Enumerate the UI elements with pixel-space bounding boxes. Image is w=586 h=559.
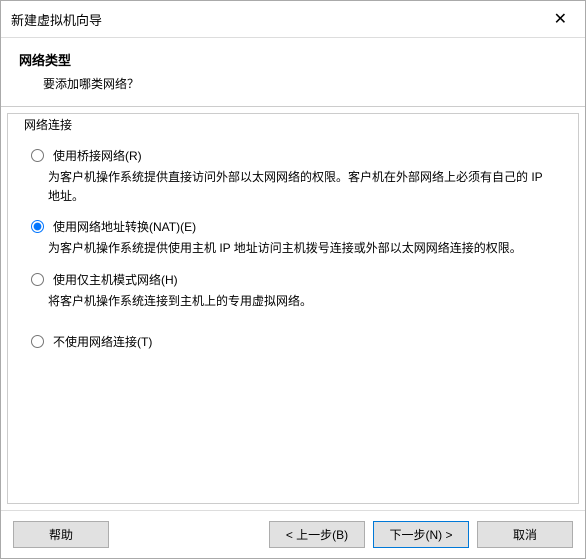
- option-bridged-label[interactable]: 使用桥接网络(R): [53, 147, 142, 164]
- title-bar: 新建虚拟机向导 ✕: [1, 1, 585, 38]
- content-area: 网络连接 使用桥接网络(R) 为客户机操作系统提供直接访问外部以太网网络的权限。…: [7, 113, 579, 504]
- radio-bridged[interactable]: [31, 149, 44, 162]
- option-hostonly[interactable]: 使用仅主机模式网络(H): [26, 271, 566, 288]
- option-nat[interactable]: 使用网络地址转换(NAT)(E): [26, 218, 566, 235]
- back-button[interactable]: < 上一步(B): [269, 521, 365, 548]
- option-bridged-desc: 为客户机操作系统提供直接访问外部以太网网络的权限。客户机在外部网络上必须有自己的…: [48, 168, 548, 206]
- window-title: 新建虚拟机向导: [11, 10, 102, 29]
- help-button[interactable]: 帮助: [13, 521, 109, 548]
- footer: 帮助 < 上一步(B) 下一步(N) > 取消: [1, 510, 585, 558]
- radio-none[interactable]: [31, 335, 44, 348]
- option-nat-label[interactable]: 使用网络地址转换(NAT)(E): [53, 218, 196, 235]
- page-title: 网络类型: [19, 50, 567, 69]
- network-group: 网络连接 使用桥接网络(R) 为客户机操作系统提供直接访问外部以太网网络的权限。…: [8, 114, 578, 362]
- group-label: 网络连接: [20, 116, 76, 133]
- option-none[interactable]: 不使用网络连接(T): [26, 333, 566, 350]
- next-button[interactable]: 下一步(N) >: [373, 521, 469, 548]
- option-nat-desc: 为客户机操作系统提供使用主机 IP 地址访问主机拨号连接或外部以太网网络连接的权…: [48, 239, 548, 258]
- page-subtitle: 要添加哪类网络？: [43, 75, 567, 92]
- option-hostonly-label[interactable]: 使用仅主机模式网络(H): [53, 271, 178, 288]
- option-hostonly-desc: 将客户机操作系统连接到主机上的专用虚拟网络。: [48, 292, 548, 311]
- option-none-label[interactable]: 不使用网络连接(T): [53, 333, 152, 350]
- wizard-header: 网络类型 要添加哪类网络？: [1, 38, 585, 107]
- radio-nat[interactable]: [31, 220, 44, 233]
- cancel-button[interactable]: 取消: [477, 521, 573, 548]
- radio-hostonly[interactable]: [31, 273, 44, 286]
- close-icon[interactable]: ✕: [548, 9, 573, 29]
- option-bridged[interactable]: 使用桥接网络(R): [26, 147, 566, 164]
